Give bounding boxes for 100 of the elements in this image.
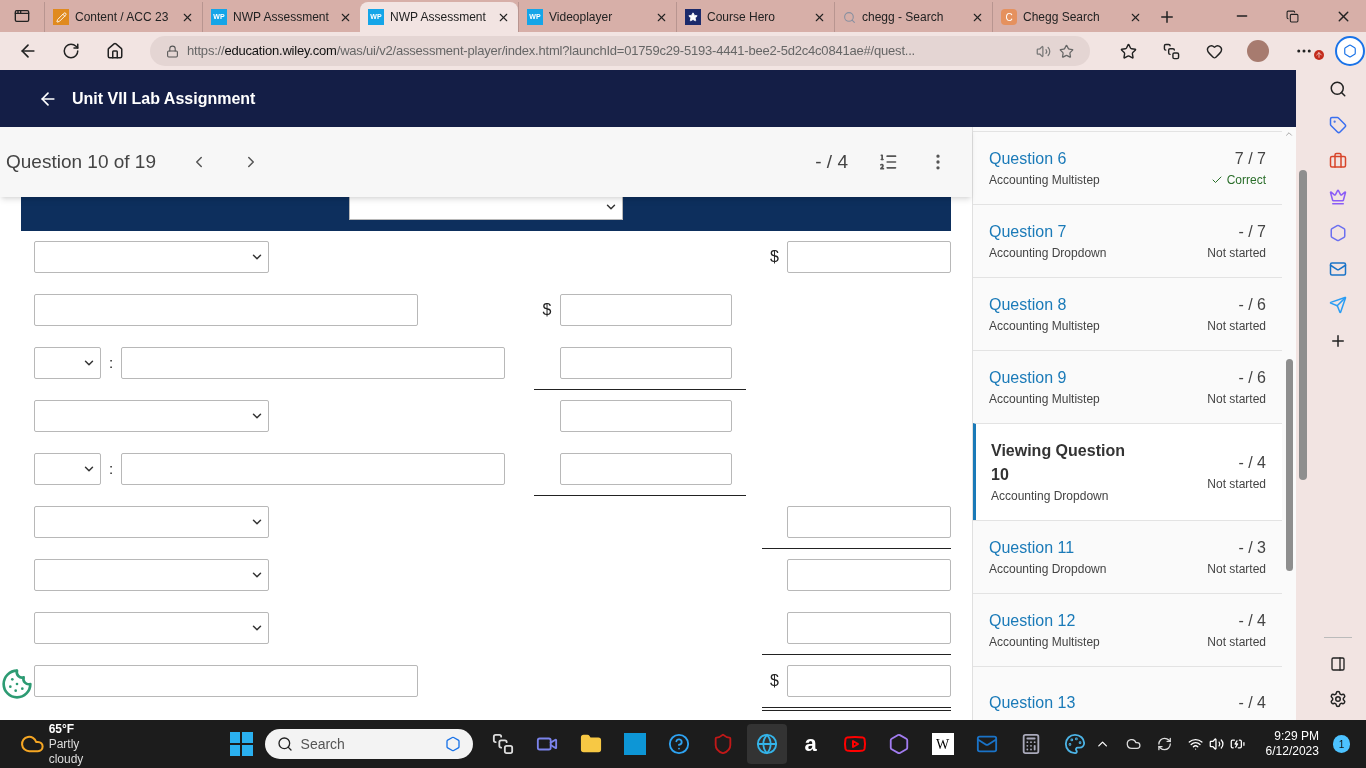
- settings-icon[interactable]: [1329, 690, 1347, 708]
- question-type: Accounting Multistep: [989, 634, 1101, 651]
- palette-icon: [1063, 733, 1086, 755]
- question-score: - / 6: [1238, 295, 1266, 315]
- question-score: - / 6: [1238, 368, 1266, 388]
- sidebar-toggle-icon[interactable]: [1330, 656, 1346, 672]
- input-field[interactable]: [121, 453, 505, 485]
- question-type: Accounting Multistep: [989, 318, 1101, 335]
- question-status: Not started: [1207, 476, 1266, 493]
- tab-title: Content / ACC 23: [75, 9, 170, 26]
- address-field[interactable]: https://education.wiley.com/was/ui/v2/assessment-player/index.html?launchId=01759c29-5193-4441-bee2-5d2c4c0841ae#/quest...: [150, 36, 1090, 66]
- question-type: Accounting Dropdown: [989, 561, 1108, 578]
- question-score: - / 4: [1238, 453, 1266, 473]
- cloud-icon[interactable]: [1125, 736, 1141, 752]
- taskbar-app[interactable]: W: [922, 724, 963, 764]
- add-icon[interactable]: [1329, 332, 1347, 350]
- scrollbar-thumb[interactable]: [1285, 359, 1293, 571]
- question-score: - / 4: [1238, 611, 1266, 631]
- amount-field[interactable]: [787, 612, 951, 644]
- amount-field[interactable]: [560, 453, 732, 485]
- amount-field[interactable]: [787, 506, 951, 538]
- new-tab-icon[interactable]: [1158, 8, 1176, 26]
- amount-field[interactable]: [787, 241, 951, 273]
- currency-sign: $: [769, 671, 780, 691]
- scrollbar-thumb[interactable]: [1299, 170, 1307, 480]
- question-score: - / 3: [1238, 538, 1266, 558]
- question-score: - / 4: [1238, 693, 1266, 713]
- notification-badge[interactable]: 1: [1332, 735, 1350, 753]
- currency-sign: $: [769, 247, 780, 267]
- wifi-icon[interactable]: [1188, 736, 1204, 752]
- question-counter: Question 10 of 19: [6, 149, 156, 174]
- clock-date: 6/12/2023: [1265, 744, 1319, 759]
- update-badge: [1314, 50, 1324, 60]
- lock-icon: [166, 44, 179, 58]
- amount-field[interactable]: [560, 347, 732, 379]
- dropdown-field[interactable]: [34, 347, 101, 379]
- cookie-icon[interactable]: [1, 668, 33, 700]
- amount-field[interactable]: [560, 400, 732, 432]
- site-logo: C: [1001, 9, 1017, 25]
- input-field[interactable]: [121, 347, 505, 379]
- search-icon: [276, 736, 293, 752]
- question-title: Question 11: [989, 538, 1076, 558]
- app-tile-icon: [623, 733, 646, 755]
- tab-title: Videoplayer: [549, 9, 614, 26]
- profile-avatar[interactable]: [1247, 40, 1269, 62]
- amount-field[interactable]: [787, 665, 951, 697]
- volume-icon[interactable]: [1209, 736, 1225, 752]
- search-input[interactable]: Search: [300, 733, 437, 755]
- reload-icon[interactable]: [62, 42, 80, 60]
- amount-field[interactable]: [560, 294, 732, 326]
- tab-title: Chegg Search: [1023, 9, 1101, 26]
- question-type: Accounting Multistep: [989, 391, 1101, 408]
- amount-field[interactable]: [787, 559, 951, 591]
- copilot-button[interactable]: [1335, 36, 1365, 66]
- browser-icon: [755, 733, 778, 755]
- mail-icon: [975, 733, 998, 755]
- read-aloud-icon[interactable]: [1036, 43, 1051, 59]
- question-status: Not started: [1207, 245, 1266, 262]
- question-title: Question 12: [989, 611, 1077, 631]
- score-text: - / 4: [815, 149, 848, 174]
- taskbar-app[interactable]: a: [790, 724, 831, 764]
- dropdown-field[interactable]: [34, 453, 101, 485]
- tab-actions-icon[interactable]: [14, 8, 30, 24]
- colon-separator: :: [107, 352, 115, 373]
- taskbar-app[interactable]: [746, 724, 787, 764]
- dropdown-field[interactable]: [34, 559, 269, 591]
- tag-icon[interactable]: [1329, 116, 1347, 134]
- briefcase-icon[interactable]: [1329, 152, 1347, 170]
- dropdown-field[interactable]: [349, 197, 623, 220]
- favorites-icon[interactable]: [1120, 42, 1137, 60]
- weather-text: Partly cloudy: [48, 736, 85, 767]
- app-letter: a: [804, 733, 817, 755]
- question-status: Not started: [1207, 318, 1266, 335]
- search-field[interactable]: Search: [264, 729, 473, 759]
- windows-start-icon[interactable]: [229, 732, 253, 756]
- search-icon[interactable]: [1329, 80, 1347, 98]
- question-item[interactable]: Viewing Question 10 Accounting Dropdown - / 4 Not started: [973, 423, 1282, 520]
- question-list-icon[interactable]: [878, 152, 898, 172]
- star-shield-icon: [685, 9, 701, 25]
- favorite-add-icon[interactable]: [1059, 43, 1074, 59]
- temperature-text: 65°F: [48, 721, 76, 737]
- mail-icon[interactable]: [1329, 260, 1347, 278]
- hexagon-icon[interactable]: [1329, 224, 1347, 242]
- dropdown-field[interactable]: [34, 400, 269, 432]
- question-score: - / 7: [1238, 222, 1266, 242]
- question-score: 7 / 7: [1234, 149, 1266, 169]
- assignment-title: Unit VII Lab Assignment: [72, 88, 256, 109]
- question-status: Not started: [1207, 391, 1266, 408]
- collections-icon[interactable]: [1163, 42, 1180, 60]
- tab-title: NWP Assessment: [233, 9, 330, 26]
- restore-icon[interactable]: [1286, 10, 1299, 23]
- input-field[interactable]: [34, 294, 418, 326]
- dropdown-field[interactable]: [34, 241, 269, 273]
- input-field[interactable]: [34, 665, 418, 697]
- task-view-icon: [491, 733, 514, 755]
- dropdown-field[interactable]: [34, 506, 269, 538]
- sync-icon[interactable]: [1156, 736, 1172, 752]
- hexagon-icon: [444, 736, 461, 752]
- home-icon[interactable]: [106, 42, 124, 60]
- dropdown-field[interactable]: [34, 612, 269, 644]
